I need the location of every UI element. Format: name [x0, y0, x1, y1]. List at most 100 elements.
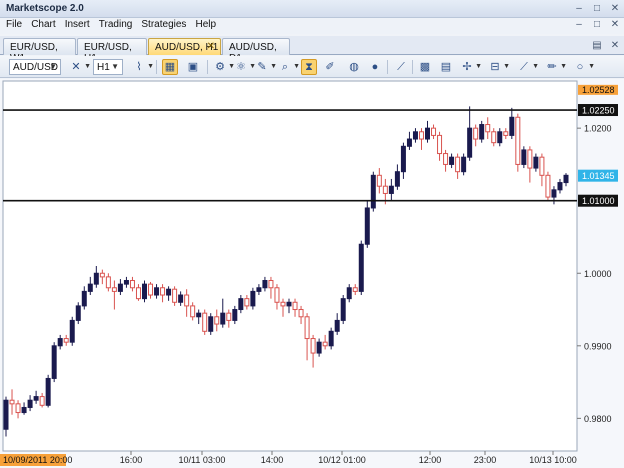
menu-insert[interactable]: Insert — [59, 18, 90, 30]
tab-close-icon[interactable]: ✕ — [207, 41, 215, 52]
line-chart-icon[interactable]: ⌇ ▼ — [131, 59, 154, 75]
bear-candle — [214, 316, 220, 325]
bull-candle — [250, 290, 256, 307]
x-tick-label: 10/12 01:00 — [318, 455, 366, 465]
bear-candle — [443, 153, 449, 165]
bull-candle — [467, 127, 473, 158]
chart-area[interactable]: 1.02250 1.01000 1.0200 1.0000 0.9900 0.9800 1.… — [0, 79, 624, 468]
bull-candle — [33, 396, 39, 401]
timeframe-select[interactable]: H1 ▼ — [93, 59, 123, 75]
y-tick-label: 0.9800 — [584, 414, 612, 424]
bull-candle — [57, 338, 63, 347]
plot-area[interactable] — [2, 80, 578, 452]
bull-candle — [3, 399, 9, 430]
bull-candle — [69, 319, 75, 343]
bull-candle — [141, 283, 147, 300]
menu-help[interactable]: Help — [189, 18, 216, 30]
menu-strategies[interactable]: Strategies — [135, 18, 186, 30]
x-tick-label: 23:00 — [474, 455, 497, 465]
bear-candle — [539, 156, 545, 176]
tab-audusd-d1[interactable]: AUD/USD, D1 — [222, 38, 290, 64]
close-button[interactable]: ✕ — [610, 3, 620, 14]
tab-eurusd-w1[interactable]: EUR/USD, W1 — [3, 38, 76, 64]
app-title: Marketscope 2.0 — [6, 3, 84, 14]
bull-candle — [406, 138, 412, 147]
ruler-icon[interactable]: ⟋ — [393, 59, 409, 75]
tab-list-icon[interactable]: ▤ — [592, 40, 602, 51]
bear-candle — [129, 280, 135, 289]
bull-candle — [45, 377, 51, 406]
bull-candle — [328, 330, 334, 347]
candle-style-icon[interactable]: ✕ ▼ — [68, 59, 91, 75]
bear-candle — [352, 287, 358, 292]
table-icon[interactable]: ▤ — [438, 59, 454, 75]
tab-audusd-h1[interactable]: AUD/USD, H1 ✕ — [148, 38, 221, 55]
bull-candle — [412, 131, 418, 140]
toolbar-separator — [387, 60, 388, 74]
zoom-icon[interactable]: ⌕ ▼ — [277, 59, 300, 75]
window-controls: – □ ✕ — [574, 3, 620, 14]
image-icon[interactable]: ▩ — [417, 59, 433, 75]
menu-trading[interactable]: Trading — [93, 18, 133, 30]
bear-candle — [226, 312, 232, 321]
bear-candle — [99, 272, 105, 278]
bear-candle — [160, 287, 166, 296]
bear-candle — [310, 338, 316, 354]
bull-candle — [178, 294, 184, 303]
minimize-button[interactable]: – — [574, 3, 584, 14]
globe-icon[interactable]: ◍ — [346, 59, 362, 75]
tab-eurusd-h1[interactable]: EUR/USD, H1 — [77, 38, 147, 64]
pen-icon[interactable]: ✏ ▼ — [544, 59, 567, 75]
chart-fit-icon[interactable]: ▦ — [162, 59, 178, 75]
globe-icon-2[interactable]: ● — [367, 59, 383, 75]
bear-candle — [431, 127, 437, 136]
bull-candle — [497, 131, 503, 144]
chevron-down-icon: ▼ — [49, 62, 57, 71]
bull-candle — [166, 288, 172, 296]
trend-line-icon[interactable]: ⟋ ▼ — [516, 59, 539, 75]
bear-candle — [418, 131, 424, 140]
crosshair-icon[interactable]: ✢ ▼ — [459, 59, 482, 75]
bull-candle — [551, 189, 557, 198]
level-price-label: 1.01000 — [582, 196, 615, 206]
bull-candle — [394, 171, 400, 187]
x-tick-label: 16:00 — [120, 455, 143, 465]
bear-candle — [515, 116, 521, 165]
bear-candle — [244, 298, 250, 307]
bear-candle — [172, 288, 178, 303]
maximize-button[interactable]: □ — [592, 3, 602, 14]
bull-candle — [346, 287, 352, 300]
indicator-icon[interactable]: ⚙ ▼ — [212, 59, 235, 75]
doc-close-button[interactable]: ✕ — [610, 19, 620, 30]
bear-candle — [304, 316, 310, 340]
bear-candle — [298, 309, 304, 318]
oscillator-icon[interactable]: ⚛ ▼ — [233, 59, 256, 75]
bull-candle — [563, 174, 569, 184]
cursor-time-label: 10/09/2011 20:00 — [3, 455, 72, 465]
bull-candle — [509, 116, 515, 136]
screenshot-icon[interactable]: ▣ — [185, 59, 201, 75]
bull-candle — [117, 283, 123, 292]
instrument-select[interactable]: AUD/USD ▼ — [9, 59, 61, 75]
doc-restore-button[interactable]: □ — [592, 19, 602, 30]
menu-file[interactable]: File — [0, 18, 22, 30]
bull-candle — [364, 207, 370, 245]
horizontal-line-icon[interactable]: ⊟ ▼ — [487, 59, 510, 75]
brush-icon[interactable]: ✐ — [322, 59, 338, 75]
bear-candle — [105, 276, 111, 289]
tab-close-all-icon[interactable]: ✕ — [610, 40, 620, 51]
menu-chart[interactable]: Chart — [25, 18, 55, 30]
x-tick-label: 10/11 03:00 — [179, 455, 226, 465]
ellipse-icon[interactable]: ○ ▼ — [572, 59, 595, 75]
bear-candle — [382, 185, 388, 194]
price-chart[interactable]: 1.02250 1.01000 1.0200 1.0000 0.9900 0.9800 1.… — [0, 79, 624, 468]
bull-candle — [51, 345, 57, 379]
doc-minimize-button[interactable]: – — [574, 19, 584, 30]
bear-candle — [322, 341, 328, 347]
bull-candle — [262, 280, 268, 289]
bull-candle — [87, 283, 93, 292]
bull-candle — [93, 272, 99, 285]
signal-icon[interactable]: ✎ ▼ — [254, 59, 277, 75]
hourglass-icon[interactable]: ⧗ — [301, 59, 317, 75]
bear-candle — [268, 280, 274, 289]
